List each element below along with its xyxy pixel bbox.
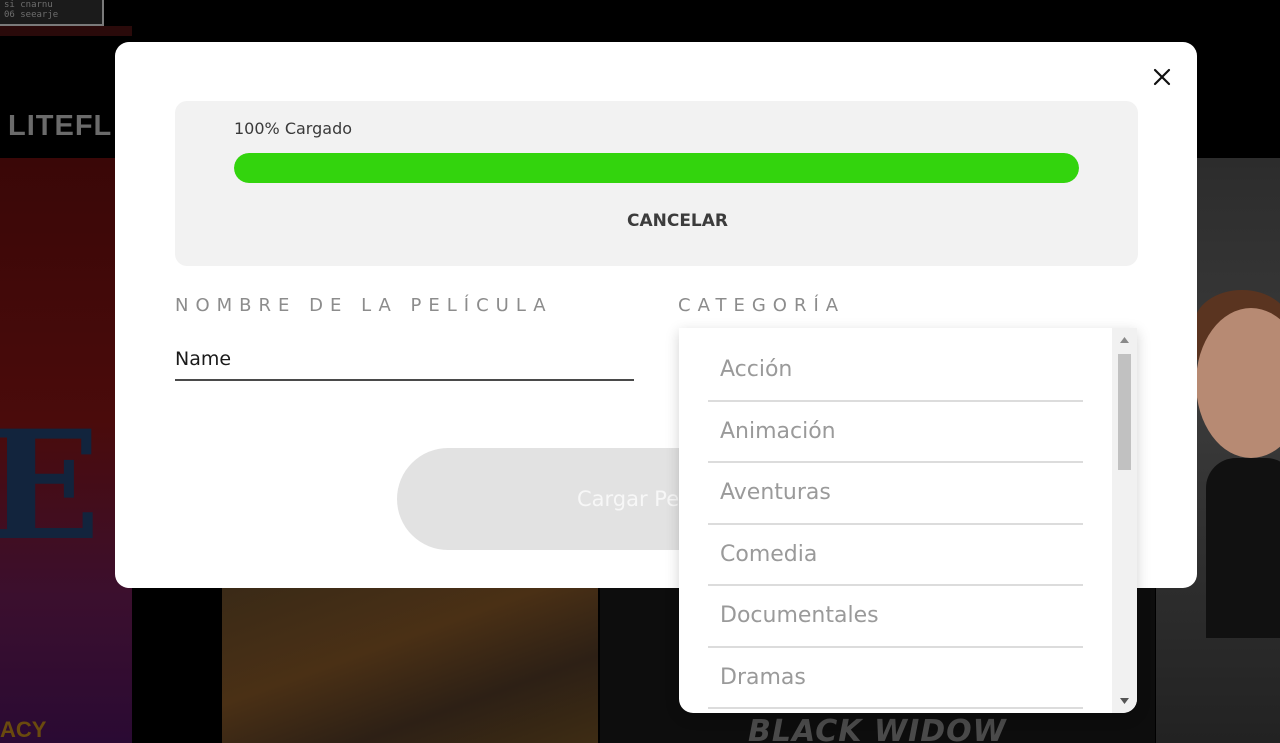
background-widget-line: si cnarnu xyxy=(4,0,53,10)
dropdown-scrollbar[interactable] xyxy=(1112,328,1137,713)
progress-bar-fill xyxy=(234,153,1079,183)
category-option[interactable]: Animación xyxy=(708,402,1083,463)
progress-label: 100% Cargado xyxy=(234,119,353,138)
scroll-down-button[interactable] xyxy=(1118,695,1131,707)
background-widget-line: 06 seearje xyxy=(4,10,59,20)
progress-bar xyxy=(234,153,1079,183)
movie-name-label: NOMBRE DE LA PELÍCULA xyxy=(175,295,553,316)
triangle-down-icon xyxy=(1120,698,1129,704)
movie-name-input[interactable] xyxy=(175,338,634,381)
background-logo: LITEFL xyxy=(8,110,113,142)
scrollbar-thumb[interactable] xyxy=(1118,354,1131,470)
close-button[interactable] xyxy=(1152,67,1172,87)
category-option[interactable]: Aventuras xyxy=(708,463,1083,525)
close-icon xyxy=(1153,68,1171,86)
poster-caption: BLACK WIDOW xyxy=(748,714,1007,743)
poster-caption: ACY xyxy=(0,717,47,742)
category-option[interactable]: Comedia xyxy=(708,525,1083,586)
poster-artwork: E xyxy=(0,398,101,574)
cancel-upload-button[interactable]: CANCELAR xyxy=(575,211,780,231)
category-option[interactable]: Documentales xyxy=(708,586,1083,648)
background-widget: si cnarnu 06 seearje xyxy=(0,0,104,26)
category-options-list: Acción Animación Aventuras Comedia Docum… xyxy=(708,340,1083,709)
background-strip xyxy=(0,26,132,36)
poster-artwork xyxy=(1206,458,1280,638)
category-option[interactable]: Dramas xyxy=(708,648,1083,709)
category-label: CATEGORÍA xyxy=(678,295,846,316)
triangle-up-icon xyxy=(1120,337,1129,343)
scroll-up-button[interactable] xyxy=(1118,334,1131,346)
movie-poster: E ACY xyxy=(0,158,132,743)
category-dropdown[interactable]: Acción Animación Aventuras Comedia Docum… xyxy=(679,328,1137,713)
category-option[interactable]: Acción xyxy=(708,340,1083,402)
movie-poster xyxy=(222,588,598,743)
